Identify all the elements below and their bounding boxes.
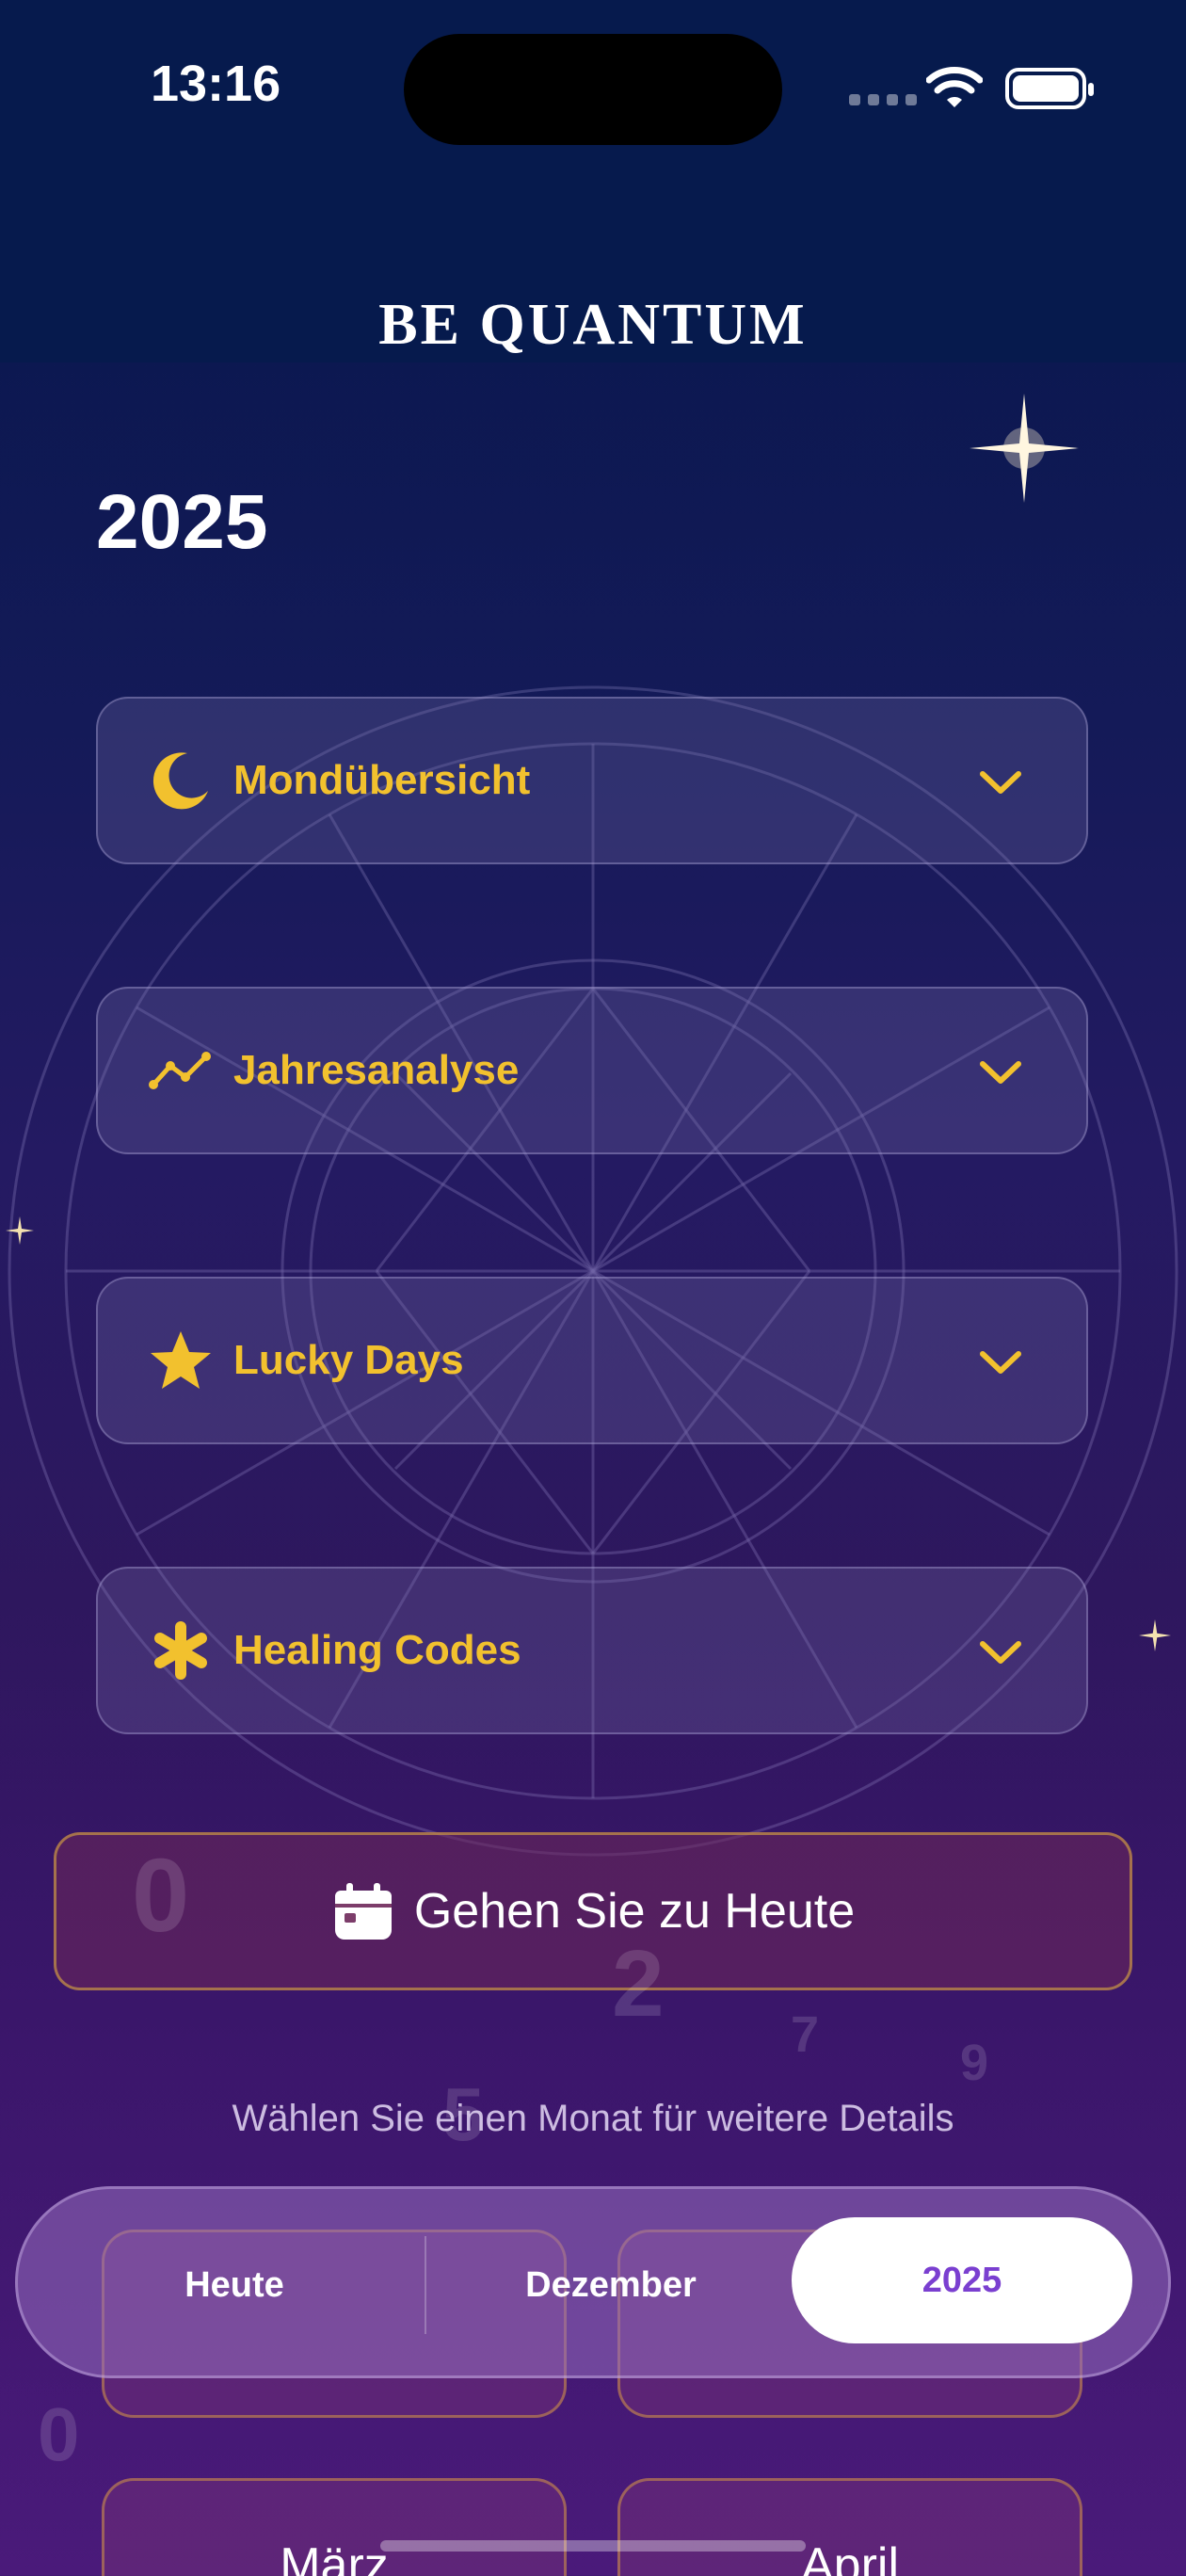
trend-icon bbox=[147, 1037, 215, 1104]
decorative-numeral: 0 bbox=[132, 1838, 190, 1954]
accordion-label: Healing Codes bbox=[233, 1627, 521, 1673]
accordion-lucky-days[interactable]: Lucky Days bbox=[96, 1277, 1088, 1444]
decorative-numeral: 2 bbox=[612, 1931, 665, 2037]
month-selection-hint: Wählen Sie einen Monat für weitere Detai… bbox=[232, 2098, 954, 2139]
sparkle-icon bbox=[970, 394, 1079, 503]
month-card-april[interactable]: April bbox=[617, 2478, 1082, 2576]
home-indicator[interactable] bbox=[380, 2540, 806, 2552]
decorative-numeral: 9 bbox=[960, 2035, 989, 2091]
tab-today[interactable]: Heute bbox=[46, 2189, 423, 2381]
tab-december[interactable]: Dezember bbox=[425, 2189, 797, 2381]
accordion-label: Jahresanalyse bbox=[233, 1047, 520, 1093]
sparkle-icon bbox=[1139, 1619, 1171, 1651]
accordion-healing-codes[interactable]: Healing Codes bbox=[96, 1567, 1088, 1734]
chevron-down-icon bbox=[980, 1641, 1021, 1664]
dynamic-island bbox=[404, 34, 782, 145]
sparkle-icon bbox=[6, 1216, 34, 1245]
chevron-down-icon bbox=[980, 771, 1021, 794]
month-card-march[interactable]: März bbox=[102, 2478, 567, 2576]
go-to-today-button[interactable]: Gehen Sie zu Heute bbox=[54, 1832, 1132, 1990]
app-brand-title: BE QUANTUM bbox=[378, 293, 808, 357]
star-icon bbox=[147, 1327, 215, 1394]
asterisk-icon bbox=[147, 1617, 215, 1684]
accordion-moon-overview[interactable]: Mondübersicht bbox=[96, 697, 1088, 864]
accordion-label: Mondübersicht bbox=[233, 757, 531, 803]
calendar-icon bbox=[334, 1883, 392, 1940]
tab-year-2025[interactable]: 2025 bbox=[792, 2217, 1132, 2343]
page-title: 2025 bbox=[96, 479, 268, 565]
decorative-numeral: 7 bbox=[791, 2006, 820, 2063]
bottom-tab-bar: Heute Dezember 2025 bbox=[15, 2186, 1171, 2378]
status-bar: 13:16 bbox=[0, 0, 1186, 179]
wifi-icon bbox=[926, 67, 983, 107]
accordion-year-analysis[interactable]: Jahresanalyse bbox=[96, 987, 1088, 1154]
status-time: 13:16 bbox=[151, 56, 281, 112]
accordion-label: Lucky Days bbox=[233, 1337, 464, 1383]
chevron-down-icon bbox=[980, 1351, 1021, 1374]
moon-icon bbox=[147, 747, 215, 814]
cellular-signal-icon bbox=[849, 94, 917, 105]
decorative-numeral: 0 bbox=[38, 2392, 80, 2476]
chevron-down-icon bbox=[980, 1061, 1021, 1084]
battery-icon bbox=[1005, 68, 1094, 109]
